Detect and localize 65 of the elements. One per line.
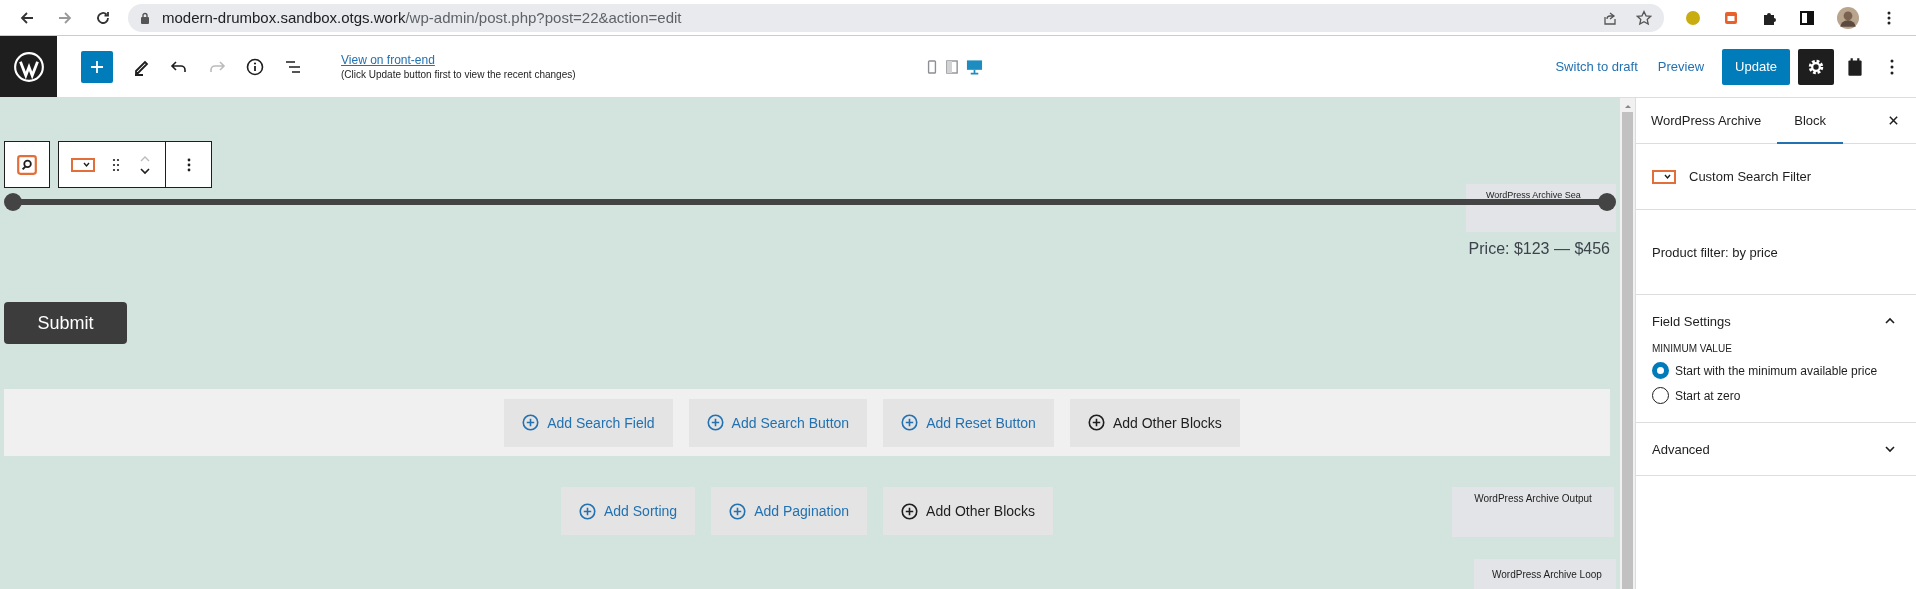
- add-button[interactable]: Add Search Button: [688, 398, 868, 447]
- block-title: Custom Search Filter: [1689, 169, 1812, 184]
- extension-icon[interactable]: [1723, 9, 1739, 26]
- option-label: Start at zero: [1675, 388, 1741, 403]
- update-button[interactable]: Update: [1722, 48, 1790, 85]
- star-icon[interactable]: [1636, 9, 1652, 26]
- advanced-toggle[interactable]: Advanced: [1652, 423, 1900, 475]
- info-icon[interactable]: [245, 56, 265, 77]
- add-other-blocks-button[interactable]: Add Other Blocks: [1069, 398, 1240, 447]
- sidebar-tab[interactable]: WordPress Archive: [1651, 98, 1778, 144]
- plus-circle-icon: [522, 414, 540, 432]
- plus-circle-icon: [706, 414, 724, 432]
- radio-button[interactable]: [1652, 362, 1669, 379]
- group-label: MINIMUM VALUE: [1652, 343, 1733, 354]
- mobile-preview-icon[interactable]: [925, 58, 938, 75]
- chevron-icon: [1884, 445, 1896, 453]
- add-button[interactable]: Add Sorting: [560, 487, 696, 535]
- reload-icon[interactable]: [95, 9, 111, 26]
- sidebar-tab[interactable]: Block: [1777, 98, 1844, 144]
- side-panel-icon[interactable]: [1799, 9, 1815, 26]
- wordpress-logo[interactable]: [0, 36, 57, 97]
- block-options-icon[interactable]: [186, 156, 192, 173]
- close-icon[interactable]: [1888, 115, 1899, 126]
- tablet-preview-icon[interactable]: [945, 58, 958, 75]
- chevron-icon: [1884, 317, 1896, 325]
- add-button[interactable]: Add Pagination: [711, 487, 868, 535]
- dropdown-block-icon[interactable]: [71, 157, 95, 172]
- avatar-icon[interactable]: [1837, 6, 1859, 29]
- plus-circle-icon: [901, 414, 919, 432]
- back-icon[interactable]: [19, 9, 35, 26]
- address-bar[interactable]: modern-drumbox.sandbox.otgs.work/wp-admin/post.php?post=22&action=edit: [128, 3, 1664, 32]
- settings-button[interactable]: [1798, 48, 1834, 85]
- view-note: (Click Update button first to view the recent changes): [341, 69, 576, 80]
- add-button[interactable]: Add Search Field: [504, 398, 673, 447]
- desktop-preview-icon[interactable]: [965, 58, 983, 75]
- submit-button[interactable]: Submit: [4, 301, 127, 345]
- lock-icon: [140, 11, 150, 24]
- add-button[interactable]: Add Reset Button: [883, 398, 1054, 447]
- add-block-button[interactable]: [81, 50, 113, 83]
- add-other-blocks-button[interactable]: Add Other Blocks: [883, 487, 1054, 535]
- plus-circle-icon: [1087, 414, 1105, 432]
- plus-circle-icon: [729, 502, 747, 520]
- block-label: WordPress Archive Output: [1452, 487, 1614, 537]
- plus-circle-icon: [901, 502, 919, 520]
- preview-link[interactable]: Preview: [1657, 59, 1705, 74]
- slider-handle[interactable]: [4, 193, 22, 211]
- search-block-icon: [16, 153, 38, 176]
- move-down-icon[interactable]: [139, 166, 151, 175]
- extension-dot-icon[interactable]: [1685, 9, 1701, 26]
- scroll-up-icon[interactable]: [1623, 103, 1632, 109]
- scrollbar[interactable]: [1620, 98, 1635, 589]
- block-label: WordPress Archive Loop: [1474, 559, 1616, 589]
- search-block-button[interactable]: [4, 141, 50, 188]
- plus-icon: [89, 58, 105, 75]
- view-on-front-end-link[interactable]: View on front-end: [341, 53, 576, 67]
- url-host: modern-drumbox.sandbox.otgs.work: [162, 9, 406, 26]
- dropdown-block-icon: [1652, 169, 1676, 184]
- url-path: /wp-admin/post.php?post=22&action=edit: [405, 9, 682, 26]
- option-label: Start with the minimum available price: [1675, 363, 1878, 378]
- block-description: Product filter: by price: [1652, 244, 1778, 260]
- plus-circle-icon: [578, 502, 596, 520]
- drag-handle-icon[interactable]: [111, 157, 121, 172]
- price-range: Price: $123 — $456: [1468, 239, 1610, 258]
- switch-to-draft-link[interactable]: Switch to draft: [1555, 59, 1638, 74]
- forward-icon[interactable]: [57, 9, 73, 26]
